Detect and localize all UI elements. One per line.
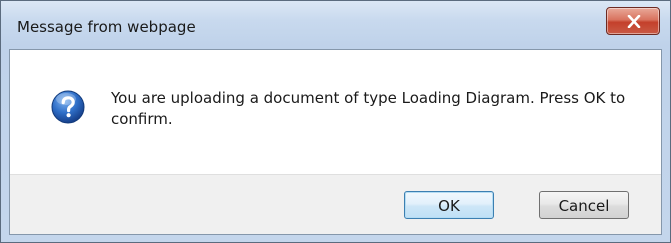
title-bar: Message from webpage — [1, 1, 670, 49]
dialog-message: You are uploading a document of type Loa… — [111, 89, 626, 128]
window-title: Message from webpage — [17, 18, 196, 36]
close-icon — [627, 15, 641, 28]
close-button[interactable] — [606, 7, 660, 35]
message-area: You are uploading a document of type Loa… — [10, 50, 661, 174]
question-icon — [51, 90, 85, 124]
ok-button[interactable]: OK — [404, 191, 494, 219]
dialog-body: You are uploading a document of type Loa… — [9, 49, 662, 235]
message-dialog: Message from webpage You are uploading a… — [0, 0, 671, 243]
button-bar: OK Cancel — [10, 174, 661, 234]
cancel-button[interactable]: Cancel — [539, 191, 629, 219]
